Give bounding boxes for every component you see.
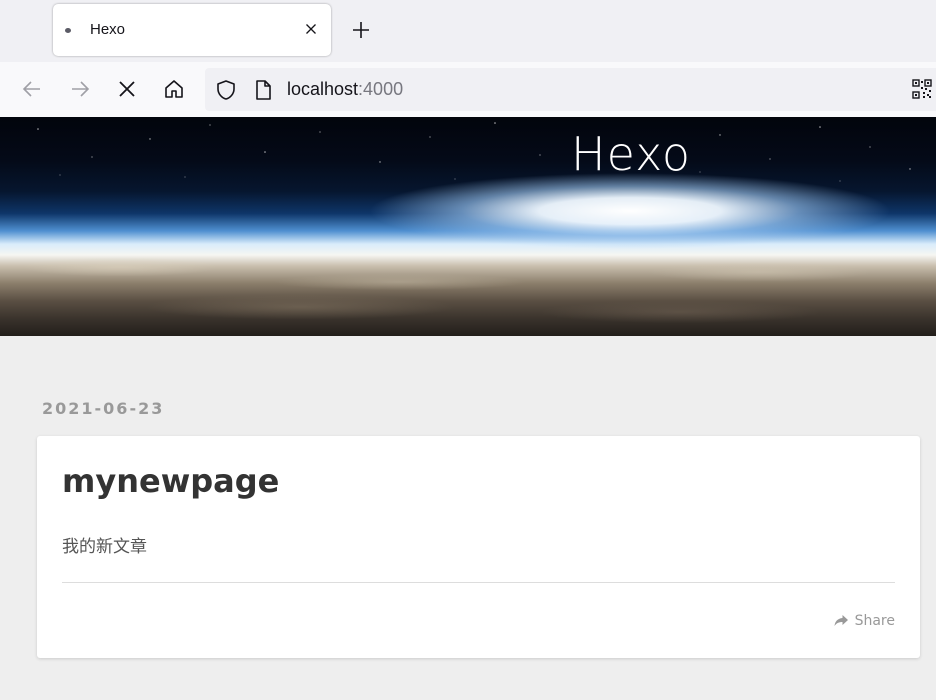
home-icon[interactable] <box>162 77 186 101</box>
share-arrow-icon <box>834 615 848 626</box>
browser-tab-bar: Hexo <box>0 0 936 62</box>
tab-title: Hexo <box>90 21 126 38</box>
url-host: localhost <box>287 79 359 99</box>
browser-tab[interactable]: Hexo <box>53 4 331 56</box>
browser-nav-bar: localhost:4000 <box>0 62 936 117</box>
back-arrow-icon[interactable] <box>20 77 44 101</box>
new-tab-plus-icon[interactable] <box>349 18 373 42</box>
post-card: mynewpage 我的新文章 Share <box>37 436 920 658</box>
share-label: Share <box>854 613 895 629</box>
post-divider <box>62 582 895 583</box>
url-port: :4000 <box>358 79 404 99</box>
stop-loading-icon[interactable] <box>115 77 139 101</box>
qr-code-icon[interactable] <box>912 79 932 99</box>
tracking-protection-shield-icon[interactable] <box>215 79 237 101</box>
address-bar[interactable]: localhost:4000 <box>205 68 936 111</box>
post-date[interactable]: 2021-06-23 <box>42 399 164 418</box>
post-body: 我的新文章 <box>62 537 147 557</box>
post-title[interactable]: mynewpage <box>62 462 279 500</box>
banner-earth-clouds <box>0 247 936 336</box>
url-text[interactable]: localhost:4000 <box>287 79 403 100</box>
share-button[interactable]: Share <box>833 611 895 631</box>
site-title-link[interactable]: Hexo <box>571 127 691 181</box>
forward-arrow-icon[interactable] <box>68 77 92 101</box>
page-info-icon[interactable] <box>252 79 274 101</box>
banner-starfield <box>37 122 911 182</box>
site-banner: Hexo <box>0 117 936 336</box>
tab-close-icon[interactable] <box>303 21 319 37</box>
tab-loading-icon <box>65 28 71 33</box>
